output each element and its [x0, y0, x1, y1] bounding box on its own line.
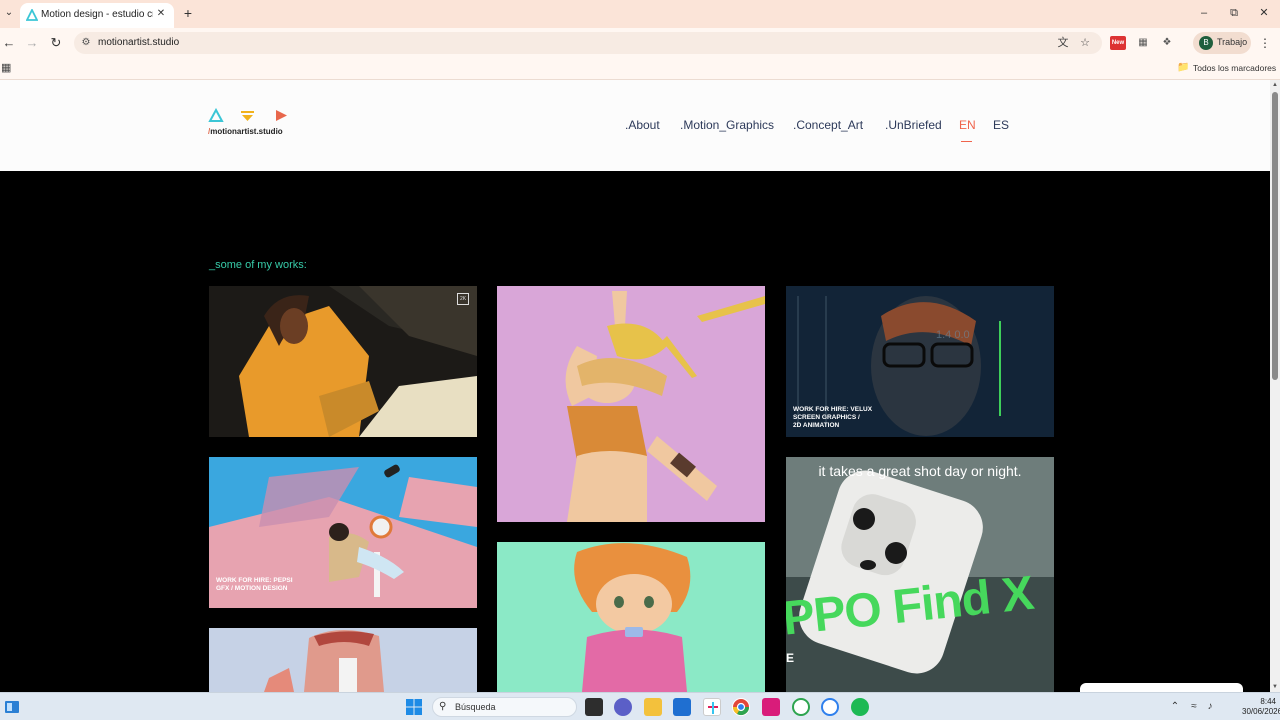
restore-icon[interactable]: ⧉	[1225, 5, 1243, 21]
browser-tab-active[interactable]: Motion design - estudio creativo ✕	[20, 3, 174, 28]
all-bookmarks-link[interactable]: Todos los marcadores	[1193, 63, 1276, 73]
work-card-hero-illustration[interactable]	[497, 286, 765, 522]
back-arrow-icon[interactable]: ←	[0, 34, 18, 52]
address-bar[interactable]: ⚙ motionartist.studio 文 ☆	[74, 32, 1102, 54]
spotify-icon[interactable]	[851, 698, 869, 716]
work-card-fighter[interactable]	[209, 628, 477, 692]
apps-grid-icon[interactable]: ▦	[1, 62, 13, 74]
site-header: /motionartist.studio .About .Motion_Grap…	[0, 80, 1270, 171]
tab-close-icon[interactable]: ✕	[154, 7, 168, 21]
site-info-icon[interactable]: ⚙	[80, 37, 92, 49]
profile-label: Trabajo	[1217, 37, 1248, 47]
site-favicon-icon	[26, 9, 38, 21]
taskbar-search-label: Búsqueda	[455, 702, 496, 712]
scroll-up-arrow-icon[interactable]: ▲	[1270, 80, 1280, 90]
new-badge-extension-icon[interactable]: New	[1110, 36, 1126, 50]
teams-chat-icon[interactable]	[614, 698, 632, 716]
scrollbar-thumb[interactable]	[1272, 92, 1278, 380]
close-window-icon[interactable]: ✕	[1255, 5, 1273, 21]
clock-date: 30/06/2026	[1242, 707, 1280, 716]
volume-icon[interactable]: ♪	[1204, 701, 1216, 713]
oppo-side-letter: E	[786, 651, 795, 665]
chrome-icon[interactable]	[732, 698, 750, 716]
active-language-underline	[961, 141, 972, 142]
task-view-icon[interactable]	[585, 698, 603, 716]
quality-badge-icon: 2K	[457, 293, 469, 305]
page-viewport: /motionartist.studio .About .Motion_Grap…	[0, 80, 1270, 692]
work-thumbnail-hero	[497, 286, 765, 522]
more-menu-icon[interactable]: ⋮	[1258, 34, 1272, 52]
bookmark-star-icon[interactable]: ☆	[1078, 36, 1092, 50]
forward-arrow-icon[interactable]: →	[23, 34, 41, 52]
extensions-puzzle-icon[interactable]: ❖	[1159, 36, 1175, 50]
chrome-profile-2-icon[interactable]	[821, 698, 839, 716]
works-heading: _some of my works:	[209, 259, 307, 271]
svg-text:1.4 0.0: 1.4 0.0	[936, 329, 970, 341]
bookmarks-bar: ▦ 📁 Todos los marcadores	[0, 58, 1280, 80]
tray-chevron-icon[interactable]: ⌃	[1169, 701, 1181, 713]
minimize-icon[interactable]: –	[1195, 5, 1213, 21]
work-thumbnail-anime	[497, 542, 765, 692]
nav-concept-art[interactable]: .Concept_Art	[793, 118, 863, 132]
nav-lang-en[interactable]: EN	[959, 118, 976, 132]
scroll-down-arrow-icon[interactable]: ▼	[1270, 682, 1280, 692]
address-url: motionartist.studio	[98, 37, 180, 48]
chrome-profile-icon[interactable]	[792, 698, 810, 716]
work-card-pepsi[interactable]: WORK FOR HIRE: PEPSI GFX / MOTION DESIGN	[209, 457, 477, 608]
work-card-dancer[interactable]: 2K	[209, 286, 477, 437]
nav-unbriefed[interactable]: .UnBriefed	[885, 118, 942, 132]
work-label-velux: WORK FOR HIRE: VELUX SCREEN GRAPHICS / 2…	[793, 406, 873, 429]
work-thumbnail-dancer	[209, 286, 477, 437]
work-thumbnail-fighter	[209, 628, 477, 692]
work-label-oppo: it takes a great shot day or night.	[818, 463, 1022, 479]
widgets-icon[interactable]	[4, 699, 20, 715]
clock-time: 8:44	[1260, 697, 1276, 706]
app-pink-icon[interactable]	[762, 698, 780, 716]
profile-avatar: B	[1199, 36, 1213, 50]
work-card-velux[interactable]: 1.4 0.0 WORK FOR HIRE: VELUX SCREEN GRAP…	[786, 286, 1054, 437]
search-icon: ⚲	[439, 701, 447, 712]
extension-icon[interactable]: ▦	[1135, 36, 1151, 50]
wifi-icon[interactable]: ≈	[1188, 701, 1200, 713]
tab-strip: ⌄ Motion design - estudio creativo ✕ + –…	[0, 0, 1280, 28]
windows-taskbar: ⚲ Búsqueda ⌃ ≈ ♪ 8:44 30/06/2026	[0, 692, 1280, 720]
file-explorer-icon[interactable]	[644, 698, 662, 716]
reload-icon[interactable]: ↻	[47, 34, 65, 52]
browser-toolbar: ← → ↻ ⚙ motionartist.studio 文 ☆ New ▦ ❖ …	[0, 28, 1280, 58]
translate-icon[interactable]: 文	[1056, 36, 1070, 50]
new-tab-plus-icon[interactable]: +	[180, 5, 196, 21]
windows-start-icon[interactable]	[405, 698, 423, 716]
site-logo[interactable]: /motionartist.studio	[208, 107, 298, 140]
nav-motion-graphics[interactable]: .Motion_Graphics	[680, 118, 774, 132]
taskbar-clock[interactable]: 8:44 30/06/2026	[1242, 697, 1280, 717]
profile-button[interactable]: B Trabajo	[1193, 32, 1251, 54]
nav-about[interactable]: .About	[625, 118, 660, 132]
tab-search-chevron-icon[interactable]: ⌄	[2, 5, 16, 21]
taskbar-search[interactable]: ⚲ Búsqueda	[432, 697, 577, 717]
work-card-anime-character[interactable]	[497, 542, 765, 692]
work-card-oppo[interactable]: it takes a great shot day or night. PPO …	[786, 457, 1054, 692]
tab-title: Motion design - estudio creativo	[41, 9, 153, 20]
work-label-pepsi: WORK FOR HIRE: PEPSI GFX / MOTION DESIGN	[216, 577, 293, 592]
folder-icon[interactable]: 📁	[1177, 62, 1189, 74]
nav-lang-es[interactable]: ES	[993, 118, 1009, 132]
outlook-icon[interactable]	[673, 698, 691, 716]
logo-text: /motionartist.studio	[208, 127, 283, 136]
slack-icon[interactable]	[703, 698, 721, 716]
page-scrollbar[interactable]: ▲ ▼	[1270, 80, 1280, 692]
logo-shapes-icon	[208, 107, 287, 122]
